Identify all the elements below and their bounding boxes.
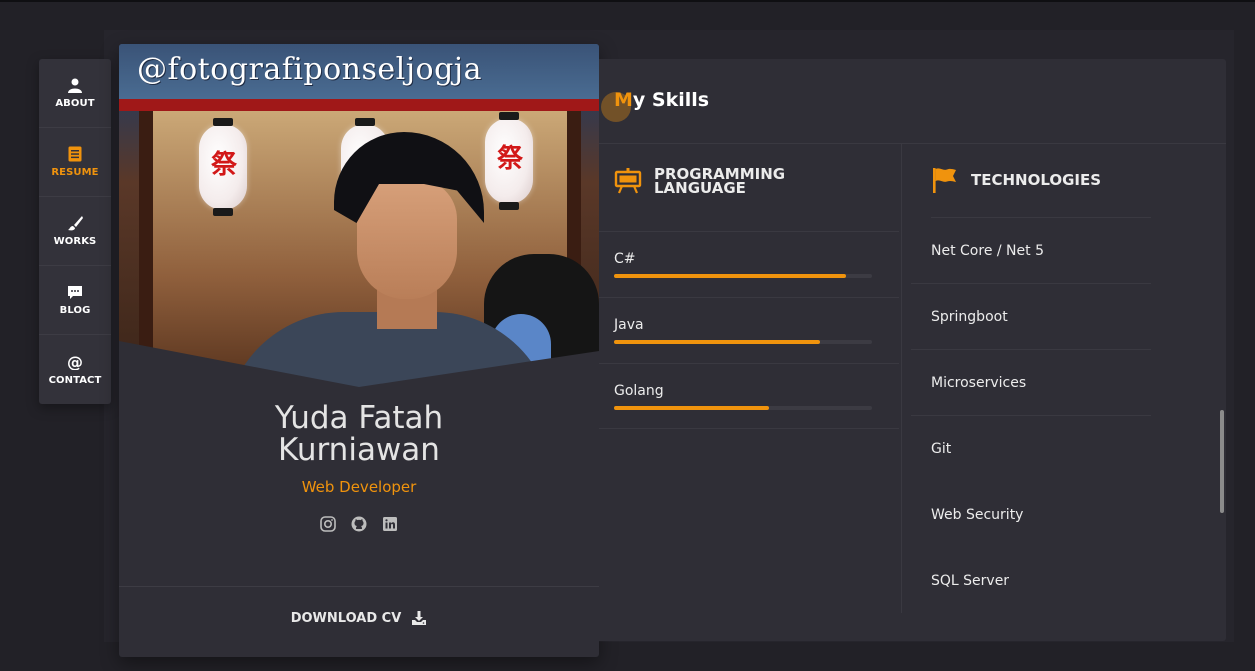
skill-bar-fill xyxy=(614,340,821,344)
skill-bar-fill xyxy=(614,274,847,278)
skill-row-csharp: C# xyxy=(599,231,899,297)
nav-label-contact: CONTACT xyxy=(48,374,102,386)
nav-label-about: ABOUT xyxy=(55,98,95,109)
tech-item: SQL Server xyxy=(911,547,1151,613)
social-links xyxy=(119,516,599,533)
document-icon xyxy=(68,146,82,162)
tech-name: SQL Server xyxy=(931,573,1010,589)
nav-item-resume[interactable]: RESUME xyxy=(39,128,111,197)
profile-role: Web Developer xyxy=(301,478,417,496)
tech-name: Web Security xyxy=(931,507,1024,523)
skills-panel: My Skills PROGRAMMING LANGUAGE C# Java G… xyxy=(599,59,1226,641)
tech-item: Microservices xyxy=(911,349,1151,415)
tech-name: Git xyxy=(931,441,952,457)
tech-item: Springboot xyxy=(911,283,1151,349)
column-divider xyxy=(901,143,902,613)
profile-name-line2: Kurniawan xyxy=(278,432,440,468)
tech-item: Net Core / Net 5 xyxy=(911,217,1151,283)
brush-icon xyxy=(68,216,83,231)
tech-item: Web Security xyxy=(911,481,1151,547)
skill-bar-fill xyxy=(614,406,769,410)
profile-name: Yuda Fatah Kurniawan xyxy=(119,402,599,466)
technologies-heading: TECHNOLOGIES xyxy=(931,166,1121,194)
profile-photo: @fotografiponseljogja 祭 祭 祭 xyxy=(119,44,599,389)
side-nav: ABOUT RESUME WORKS BLOG @ CONTACT xyxy=(39,59,111,404)
skill-row-golang: Golang xyxy=(599,363,899,429)
tech-name: Springboot xyxy=(931,309,1008,325)
user-icon xyxy=(68,78,82,93)
instagram-icon[interactable] xyxy=(319,516,337,533)
skills-title: My Skills xyxy=(614,89,710,111)
skill-bar-track xyxy=(614,406,872,410)
tech-name: Net Core / Net 5 xyxy=(931,243,1044,259)
download-icon xyxy=(412,611,427,625)
skill-name: Java xyxy=(614,317,644,333)
skill-bar-track xyxy=(614,340,872,344)
presentation-board-icon xyxy=(614,168,642,194)
skill-name: Golang xyxy=(614,383,664,399)
download-cv-button[interactable]: DOWNLOAD CV xyxy=(119,610,599,626)
photo-chevron-mask xyxy=(119,341,599,389)
chat-icon xyxy=(68,286,82,299)
nav-label-blog: BLOG xyxy=(59,305,91,316)
nav-item-about[interactable]: ABOUT xyxy=(39,59,111,128)
profile-name-line1: Yuda Fatah xyxy=(274,400,444,436)
download-cv-label: DOWNLOAD CV xyxy=(290,610,402,626)
skill-name: C# xyxy=(614,251,636,267)
nav-item-contact[interactable]: @ CONTACT xyxy=(39,335,111,404)
svg-text:@: @ xyxy=(67,354,83,370)
skill-bar-track xyxy=(614,274,872,278)
at-icon: @ xyxy=(67,354,83,370)
card-divider xyxy=(119,586,599,587)
tech-name: Microservices xyxy=(931,375,1027,391)
nav-item-works[interactable]: WORKS xyxy=(39,197,111,266)
programming-heading: PROGRAMMING LANGUAGE xyxy=(614,167,804,196)
scrollbar-thumb[interactable] xyxy=(1220,410,1224,513)
nav-item-blog[interactable]: BLOG xyxy=(39,266,111,335)
github-icon[interactable] xyxy=(351,516,368,533)
nav-label-resume: RESUME xyxy=(51,167,99,178)
skill-row-java: Java xyxy=(599,297,899,363)
linkedin-icon[interactable] xyxy=(382,516,399,533)
flag-icon xyxy=(933,168,956,193)
nav-label-works: WORKS xyxy=(53,236,97,247)
profile-card: @fotografiponseljogja 祭 祭 祭 Yuda Fatah K… xyxy=(119,44,599,657)
top-border xyxy=(0,0,1255,2)
panel-divider xyxy=(599,143,1226,144)
tech-item: Git xyxy=(911,415,1151,481)
